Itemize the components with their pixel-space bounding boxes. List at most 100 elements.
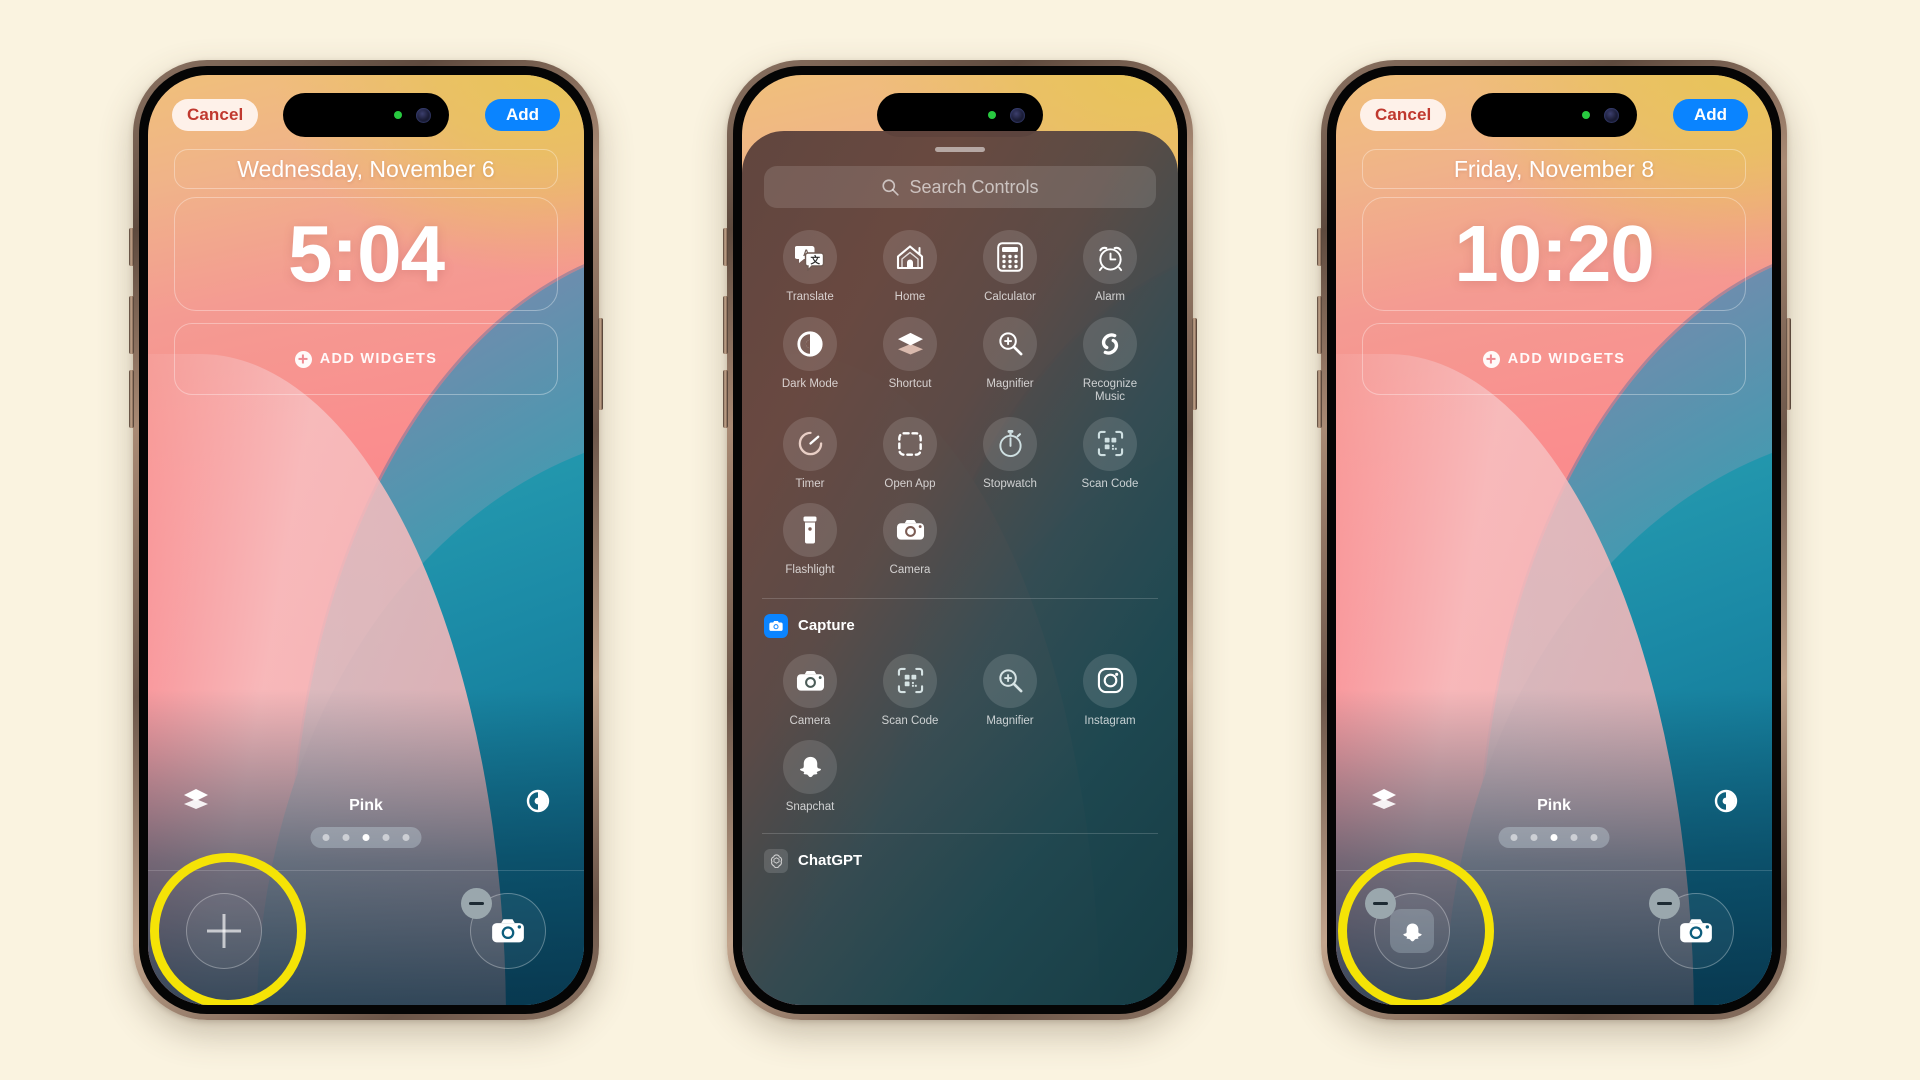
right-control-slot[interactable]: [1649, 888, 1734, 969]
time-widget-slot[interactable]: 5:04: [174, 197, 558, 311]
minus-icon: [469, 902, 484, 905]
app-section-chatgpt: ChatGPT: [742, 834, 1178, 873]
phone-bezel: Cancel Add Friday, November 8 10:20 ADD …: [1327, 66, 1781, 1014]
control-scan-code[interactable]: Scan Code: [1060, 416, 1160, 492]
magnifier-icon: [983, 316, 1037, 371]
shortcut-icon: [883, 316, 937, 371]
wallpaper-page-dots[interactable]: [310, 827, 422, 848]
add-button[interactable]: Add: [484, 99, 560, 131]
wallpaper-page-dots[interactable]: [1498, 827, 1610, 848]
camera-indicator-dot: [988, 111, 996, 119]
control-label: Alarm: [1094, 291, 1126, 303]
volume-up-button[interactable]: [723, 296, 728, 354]
page-dot[interactable]: [402, 834, 410, 841]
volume-down-button[interactable]: [1317, 370, 1322, 428]
left-control-slot[interactable]: [1365, 888, 1450, 969]
page-dot[interactable]: [1510, 834, 1518, 841]
screenshot-stage: Cancel Add Wednesday, November 6 5:04 AD…: [0, 0, 1920, 1080]
control-magnifier[interactable]: Magnifier: [960, 653, 1060, 729]
control-calculator[interactable]: Calculator: [960, 230, 1060, 305]
volume-down-button[interactable]: [723, 370, 728, 428]
page-dot[interactable]: [322, 834, 330, 841]
volume-down-button[interactable]: [129, 370, 134, 428]
phone-screen: Cancel Add Wednesday, November 6 5:04 AD…: [148, 75, 584, 1005]
time-widget-slot[interactable]: 10:20: [1362, 197, 1746, 311]
editor-topbar: Cancel Add: [1336, 97, 1772, 133]
cancel-button[interactable]: Cancel: [172, 99, 259, 131]
search-controls-field[interactable]: Search Controls: [764, 166, 1156, 208]
camera-icon: [1680, 919, 1712, 943]
date-widget-slot[interactable]: Friday, November 8: [1362, 149, 1746, 189]
control-magnifier[interactable]: Magnifier: [960, 316, 1060, 405]
control-label: Camera: [889, 564, 931, 577]
right-control-slot[interactable]: [461, 888, 546, 969]
control-label: Calculator: [984, 291, 1036, 303]
control-label: Home: [894, 291, 926, 303]
control-scan-code[interactable]: Scan Code: [860, 653, 960, 729]
plus-circle-icon: [1482, 350, 1500, 368]
remove-control-badge[interactable]: [1649, 888, 1680, 919]
action-button[interactable]: [1317, 228, 1322, 266]
add-widgets-label: ADD WIDGETS: [319, 351, 438, 367]
remove-control-badge[interactable]: [461, 888, 492, 919]
control-dark-mode[interactable]: Dark Mode: [760, 316, 860, 405]
minus-icon: [1657, 902, 1672, 905]
volume-up-button[interactable]: [129, 296, 134, 354]
left-control-slot[interactable]: [186, 893, 262, 969]
search-icon: [882, 178, 900, 196]
page-dot-active[interactable]: [1550, 834, 1558, 841]
cancel-button[interactable]: Cancel: [1360, 99, 1447, 131]
control-label: Snapchat: [785, 801, 835, 814]
control-translate[interactable]: A 文 Translate: [760, 230, 860, 305]
page-dot[interactable]: [1530, 834, 1538, 841]
page-dot-active[interactable]: [362, 834, 370, 841]
add-widgets-slot[interactable]: ADD WIDGETS: [174, 323, 558, 395]
control-recognize-music[interactable]: Recognize Music: [1060, 316, 1160, 405]
add-button[interactable]: Add: [1672, 99, 1748, 131]
scan-code-icon: [1083, 416, 1137, 471]
shazam-icon: [1083, 316, 1137, 371]
control-shortcut[interactable]: Shortcut: [860, 316, 960, 405]
controls-grid: A 文 Translate: [742, 208, 1178, 578]
phone-right: Cancel Add Friday, November 8 10:20 ADD …: [1317, 60, 1791, 1020]
date-widget-slot[interactable]: Wednesday, November 6: [174, 149, 558, 189]
action-button[interactable]: [129, 228, 134, 266]
control-label: Timer: [795, 477, 825, 490]
volume-up-button[interactable]: [1317, 296, 1322, 354]
control-open-app[interactable]: Open App: [860, 416, 960, 492]
control-timer[interactable]: Timer: [760, 416, 860, 492]
control-label: Translate: [786, 291, 834, 303]
lockscreen-bottom: Pink: [148, 765, 584, 1005]
snapchat-icon: [783, 740, 837, 795]
control-flashlight[interactable]: Flashlight: [760, 503, 860, 578]
open-app-icon: [883, 416, 937, 471]
control-alarm[interactable]: Alarm: [1060, 230, 1160, 305]
divider: [148, 870, 584, 871]
phone-screen: Cancel Add Friday, November 8 10:20 ADD …: [1336, 75, 1772, 1005]
control-instagram[interactable]: Instagram: [1060, 653, 1160, 729]
control-camera[interactable]: Camera: [760, 653, 860, 729]
control-home[interactable]: Home: [860, 230, 960, 305]
flashlight-icon: [783, 503, 837, 558]
page-dot[interactable]: [1590, 834, 1598, 841]
page-dot[interactable]: [382, 834, 390, 841]
control-camera[interactable]: Camera: [860, 503, 960, 578]
action-button[interactable]: [723, 228, 728, 266]
add-widgets-slot[interactable]: ADD WIDGETS: [1362, 323, 1746, 395]
capture-controls-grid: Camera Scan Code Magnifier Instagram Sna…: [742, 638, 1178, 815]
control-snapchat[interactable]: Snapchat: [760, 740, 860, 815]
control-stopwatch[interactable]: Stopwatch: [960, 416, 1060, 492]
remove-control-badge[interactable]: [1365, 888, 1396, 919]
sheet-grabber[interactable]: [935, 147, 985, 152]
timer-icon: [783, 416, 837, 471]
app-section-capture: Capture: [742, 599, 1178, 638]
phone-screen: Search Controls A 文: [742, 75, 1178, 1005]
control-label: Magnifier: [986, 377, 1034, 390]
page-dot[interactable]: [342, 834, 350, 841]
stopwatch-icon: [983, 416, 1037, 471]
dark-mode-icon: [783, 316, 837, 371]
power-button[interactable]: [598, 318, 603, 410]
page-dot[interactable]: [1570, 834, 1578, 841]
power-button[interactable]: [1192, 318, 1197, 410]
power-button[interactable]: [1786, 318, 1791, 410]
